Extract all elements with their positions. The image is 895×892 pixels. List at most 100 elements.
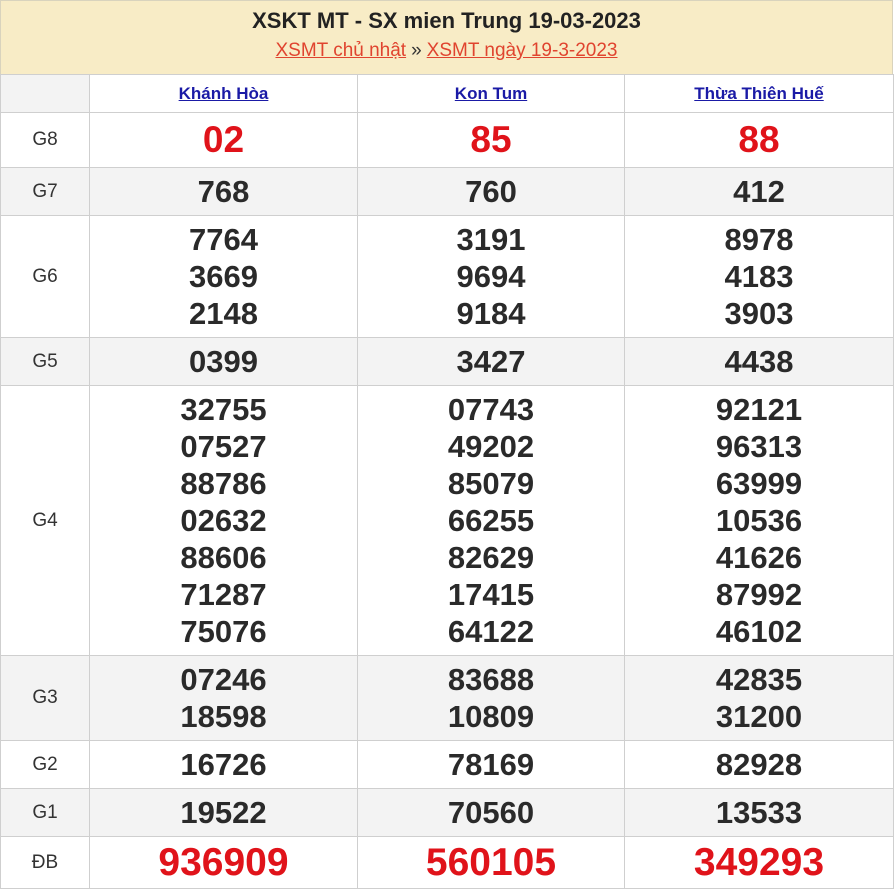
prize-number: 0399 xyxy=(189,344,258,379)
prize-cell: 349293 xyxy=(624,836,894,889)
prize-cell: 88 xyxy=(624,112,894,168)
province-header: Khánh Hòa xyxy=(89,74,358,113)
province-header-row: Khánh Hòa Kon Tum Thừa Thiên Huế xyxy=(0,74,894,113)
prize-cell: 3191 9694 9184 xyxy=(357,215,625,338)
prize-number: 70560 xyxy=(447,795,535,830)
prize-row: G4 32755 07527 88786 02632 88606 71287 75076 077… xyxy=(0,385,894,656)
prize-number: 63999 xyxy=(715,466,803,501)
prize-cell: 02 xyxy=(89,112,358,168)
prize-number: 78169 xyxy=(447,747,535,782)
prize-row: G3 07246 18598 83688 10809 42835 31200 xyxy=(0,655,894,741)
prize-label: G2 xyxy=(0,740,90,789)
prize-number: 02 xyxy=(202,119,245,160)
prize-number: 64122 xyxy=(447,614,535,649)
prize-number: 71287 xyxy=(180,577,267,612)
prize-number: 4183 xyxy=(724,259,794,294)
prize-number: 412 xyxy=(733,174,785,209)
prize-number: 9694 xyxy=(456,259,526,294)
prize-cell: 32755 07527 88786 02632 88606 71287 75076 xyxy=(89,385,358,656)
prize-number: 42835 xyxy=(715,662,803,697)
prize-number: 936909 xyxy=(158,840,289,884)
prize-number: 768 xyxy=(197,174,250,209)
prize-number: 66255 xyxy=(447,503,535,538)
prize-number: 92121 xyxy=(715,392,803,427)
prize-number: 83688 xyxy=(447,662,535,697)
prize-cell: 768 xyxy=(89,167,358,216)
prize-number: 96313 xyxy=(715,429,803,464)
prize-label: G8 xyxy=(0,112,90,168)
prize-number: 2148 xyxy=(189,296,258,331)
prize-number: 32755 xyxy=(180,392,267,427)
breadcrumb: XSMT chủ nhật» XSMT ngày 19-3-2023 xyxy=(1,39,892,63)
prize-number: 10536 xyxy=(715,503,803,538)
link-xsmt-day[interactable]: XSMT chủ nhật xyxy=(275,40,406,61)
prize-number: 349293 xyxy=(693,840,825,884)
prize-cell: 560105 xyxy=(357,836,625,889)
prize-row: G1 19522 70560 13533 xyxy=(0,788,894,837)
prize-label: G1 xyxy=(0,788,90,837)
prize-number: 85079 xyxy=(447,466,535,501)
prize-cell: 936909 xyxy=(89,836,358,889)
prize-number: 8978 xyxy=(724,222,794,257)
prize-cell: 7764 3669 2148 xyxy=(89,215,358,338)
prize-row: G6 7764 3669 2148 3191 9694 9184 8978 4183 3903 xyxy=(0,215,894,338)
prize-cell: 82928 xyxy=(624,740,894,789)
breadcrumb-separator: » xyxy=(411,40,422,61)
province-link-kon-tum[interactable]: Kon Tum xyxy=(455,84,527,103)
prize-number: 88 xyxy=(738,119,780,160)
prize-cell: 83688 10809 xyxy=(357,655,625,741)
prize-number: 3669 xyxy=(189,259,258,294)
prize-cell: 412 xyxy=(624,167,894,216)
link-xsmt-date[interactable]: XSMT ngày 19-3-2023 xyxy=(427,40,618,61)
prize-number: 87992 xyxy=(715,577,803,612)
prize-row: G8 02 85 88 xyxy=(0,112,894,168)
prize-cell: 3427 xyxy=(357,337,625,386)
page-title: XSKT MT - SX mien Trung 19-03-2023 xyxy=(252,8,641,33)
prize-number: 7764 xyxy=(189,222,258,257)
prize-row: G5 0399 3427 4438 xyxy=(0,337,894,386)
corner-cell xyxy=(0,74,90,113)
prize-number: 4438 xyxy=(724,344,794,379)
prize-number: 3427 xyxy=(456,344,526,379)
prize-label: G7 xyxy=(0,167,90,216)
prize-number: 82629 xyxy=(447,540,535,575)
prize-cell: 42835 31200 xyxy=(624,655,894,741)
prize-label: G4 xyxy=(0,385,90,656)
prize-number: 82928 xyxy=(715,747,803,782)
prize-cell: 13533 xyxy=(624,788,894,837)
prize-cell: 85 xyxy=(357,112,625,168)
province-link-khanh-hoa[interactable]: Khánh Hòa xyxy=(179,84,269,103)
prize-number: 18598 xyxy=(180,699,267,734)
prize-number: 3191 xyxy=(456,222,526,257)
prize-label: G5 xyxy=(0,337,90,386)
prize-label: G6 xyxy=(0,215,90,338)
prize-cell: 8978 4183 3903 xyxy=(624,215,894,338)
prize-cell: 19522 xyxy=(89,788,358,837)
prize-cell: 760 xyxy=(357,167,625,216)
prize-number: 19522 xyxy=(180,795,267,830)
prize-label: ĐB xyxy=(0,836,90,889)
results-table: Khánh Hòa Kon Tum Thừa Thiên Huế G8 02 85 8… xyxy=(0,74,894,889)
prize-number: 560105 xyxy=(425,840,557,884)
prize-number: 3903 xyxy=(724,296,794,331)
prize-cell: 70560 xyxy=(357,788,625,837)
prize-row: ĐB 936909 560105 349293 xyxy=(0,836,894,889)
prize-cell: 07743 49202 85079 66255 82629 17415 64122 xyxy=(357,385,625,656)
prize-label: G3 xyxy=(0,655,90,741)
prize-cell: 07246 18598 xyxy=(89,655,358,741)
prize-number: 41626 xyxy=(715,540,803,575)
prize-number: 75076 xyxy=(180,614,267,649)
prize-number: 49202 xyxy=(447,429,535,464)
prize-number: 88606 xyxy=(180,540,267,575)
prize-number: 17415 xyxy=(447,577,535,612)
prize-row: G2 16726 78169 82928 xyxy=(0,740,894,789)
province-link-thua-thien-hue[interactable]: Thừa Thiên Huế xyxy=(694,84,823,103)
province-header: Thừa Thiên Huế xyxy=(624,74,894,113)
prize-number: 9184 xyxy=(456,296,526,331)
prize-cell: 78169 xyxy=(357,740,625,789)
prize-number: 760 xyxy=(465,174,517,209)
prize-cell: 92121 96313 63999 10536 41626 87992 46102 xyxy=(624,385,894,656)
prize-number: 02632 xyxy=(180,503,267,538)
prize-number: 07743 xyxy=(447,392,535,427)
province-header: Kon Tum xyxy=(357,74,625,113)
